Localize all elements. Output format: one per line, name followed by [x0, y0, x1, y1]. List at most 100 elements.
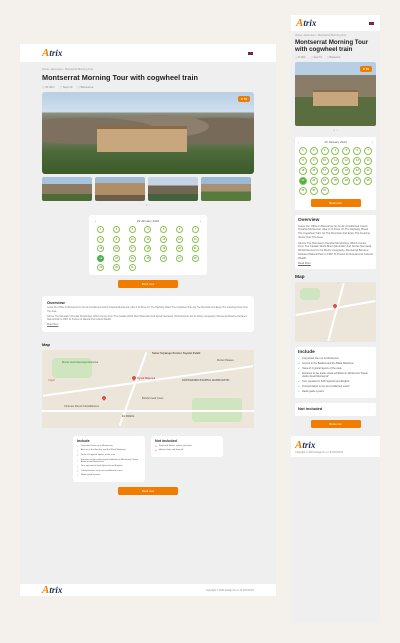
calendar-day[interactable]: 9: [113, 235, 121, 243]
calendar-day[interactable]: 29: [97, 264, 105, 272]
calendar-day[interactable]: 16: [309, 166, 318, 175]
calendar-day[interactable]: 21: [191, 245, 199, 253]
calendar-day[interactable]: 12: [342, 156, 351, 165]
calendar-day[interactable]: 30: [113, 264, 121, 272]
hero-image[interactable]: € 79: [42, 92, 254, 175]
thumbnail[interactable]: [95, 177, 145, 202]
calendar-day[interactable]: 13: [175, 235, 183, 243]
prev-month-icon[interactable]: ‹: [298, 140, 299, 144]
calendar-day[interactable]: 11: [144, 235, 152, 243]
calendar-day[interactable]: 8: [97, 235, 105, 243]
next-month-icon[interactable]: ›: [372, 140, 373, 144]
calendar-day[interactable]: 26: [160, 254, 168, 262]
list-item-text: Cog-wheel train up to Montserrat: [302, 357, 339, 361]
calendar-day[interactable]: 28: [364, 176, 373, 185]
next-month-icon[interactable]: ›: [200, 219, 201, 223]
footer-logo[interactable]: Atrix: [42, 584, 62, 596]
book-now-button[interactable]: Book now: [310, 198, 361, 207]
calendar-day[interactable]: 20: [353, 166, 362, 175]
map[interactable]: Sobor Svyatogo Kresta i Svyatoi Evlalii …: [42, 349, 254, 428]
list-item: ✓ Taste of 4 typical liquors of the area: [298, 367, 373, 370]
calendar-day[interactable]: 15: [298, 166, 307, 175]
calendar-day[interactable]: 23: [113, 254, 121, 262]
calendar-day[interactable]: 24: [320, 176, 329, 185]
calendar-day[interactable]: 3: [128, 226, 136, 234]
calendar-day[interactable]: 2: [309, 146, 318, 155]
calendar-day[interactable]: 19: [342, 166, 351, 175]
thumbnail[interactable]: [148, 177, 198, 202]
calendar-day[interactable]: 6: [175, 226, 183, 234]
calendar-day[interactable]: 4: [144, 226, 152, 234]
calendar-day[interactable]: 22: [97, 254, 105, 262]
calendar-day[interactable]: 20: [175, 245, 183, 253]
calendar-day[interactable]: 7: [364, 146, 373, 155]
read-more-link[interactable]: Read More: [298, 262, 373, 266]
list-item: ✕ Hotel pickup and drop-off: [155, 449, 219, 452]
breadcrumb-excursion[interactable]: Excursion: [304, 34, 315, 37]
calendar-day[interactable]: 21: [364, 166, 373, 175]
calendar-day[interactable]: 14: [364, 156, 373, 165]
calendar-day[interactable]: 17: [320, 166, 329, 175]
breadcrumb-excursion[interactable]: Excursion: [51, 68, 62, 71]
calendar-day[interactable]: 28: [191, 254, 199, 262]
calendar-day[interactable]: 7: [191, 226, 199, 234]
map-label: GOTICHESKII KVARTAL BARRI GOTIC: [182, 378, 230, 382]
calendar-day[interactable]: 5: [342, 146, 351, 155]
prev-month-icon[interactable]: ‹: [95, 219, 96, 223]
calendar-day[interactable]: 13: [353, 156, 362, 165]
uk-flag-icon[interactable]: [247, 50, 254, 56]
calendar-day[interactable]: 27: [353, 176, 362, 185]
calendar-day[interactable]: 4: [331, 146, 340, 155]
calendar-day[interactable]: 6: [353, 146, 362, 155]
footer-logo[interactable]: Atrix: [295, 439, 376, 451]
carousel-dots[interactable]: ● ○: [295, 128, 376, 132]
thumbnail[interactable]: [201, 177, 251, 202]
logo[interactable]: Atrix: [42, 47, 62, 59]
calendar-day[interactable]: 19: [160, 245, 168, 253]
calendar-day[interactable]: 29: [298, 186, 307, 195]
hero-image[interactable]: € 79: [295, 61, 376, 126]
calendar-day[interactable]: 30: [309, 186, 318, 195]
calendar-day[interactable]: 17: [128, 245, 136, 253]
book-now-button[interactable]: Book now: [118, 280, 178, 289]
calendar-day[interactable]: 1: [97, 226, 105, 234]
calendar-day[interactable]: 12: [160, 235, 168, 243]
calendar-day[interactable]: 24: [128, 254, 136, 262]
calendar-day[interactable]: 15: [97, 245, 105, 253]
calendar-day[interactable]: 10: [128, 235, 136, 243]
calendar-day[interactable]: 2: [113, 226, 121, 234]
carousel-dots[interactable]: ● ○: [42, 203, 254, 207]
uk-flag-icon[interactable]: [368, 20, 375, 26]
map[interactable]: [295, 282, 376, 343]
thumbnail[interactable]: [42, 177, 92, 202]
calendar-day[interactable]: 23: [309, 176, 318, 185]
book-now-button[interactable]: Book now: [118, 487, 178, 496]
book-now-button[interactable]: Book now: [310, 420, 361, 429]
calendar-day[interactable]: 31: [128, 264, 136, 272]
calendar-day[interactable]: 3: [320, 146, 329, 155]
calendar-day[interactable]: 31: [320, 186, 329, 195]
calendar-day[interactable]: 27: [175, 254, 183, 262]
calendar-day[interactable]: 18: [144, 245, 152, 253]
calendar-day[interactable]: 16: [113, 245, 121, 253]
calendar-day[interactable]: 10: [320, 156, 329, 165]
calendar-day[interactable]: 11: [331, 156, 340, 165]
calendar-day[interactable]: 9: [309, 156, 318, 165]
calendar-day[interactable]: 18: [331, 166, 340, 175]
calendar-day[interactable]: 14: [191, 235, 199, 243]
calendar-day[interactable]: 8: [298, 156, 307, 165]
list-item-text: Taste of 4 typical liquors of the area: [302, 367, 342, 371]
map-pin-icon[interactable]: [101, 394, 107, 401]
desktop-preview: Atrix Home › Excursion › Montserrat Morn…: [20, 44, 276, 596]
calendar-day[interactable]: 1: [298, 146, 307, 155]
breadcrumb-home[interactable]: Home: [42, 68, 49, 71]
calendar-day[interactable]: 25: [144, 254, 152, 262]
calendar-day[interactable]: 25: [331, 176, 340, 185]
logo[interactable]: Atrix: [296, 17, 316, 29]
include-box: Include ✓ Cog-wheel train up to Montserra…: [295, 347, 376, 399]
calendar-day[interactable]: 26: [342, 176, 351, 185]
breadcrumb-home[interactable]: Home: [295, 34, 302, 37]
calendar-day[interactable]: 5: [160, 226, 168, 234]
calendar-day[interactable]: 22: [298, 176, 307, 185]
read-more-link[interactable]: Read More: [47, 324, 249, 327]
